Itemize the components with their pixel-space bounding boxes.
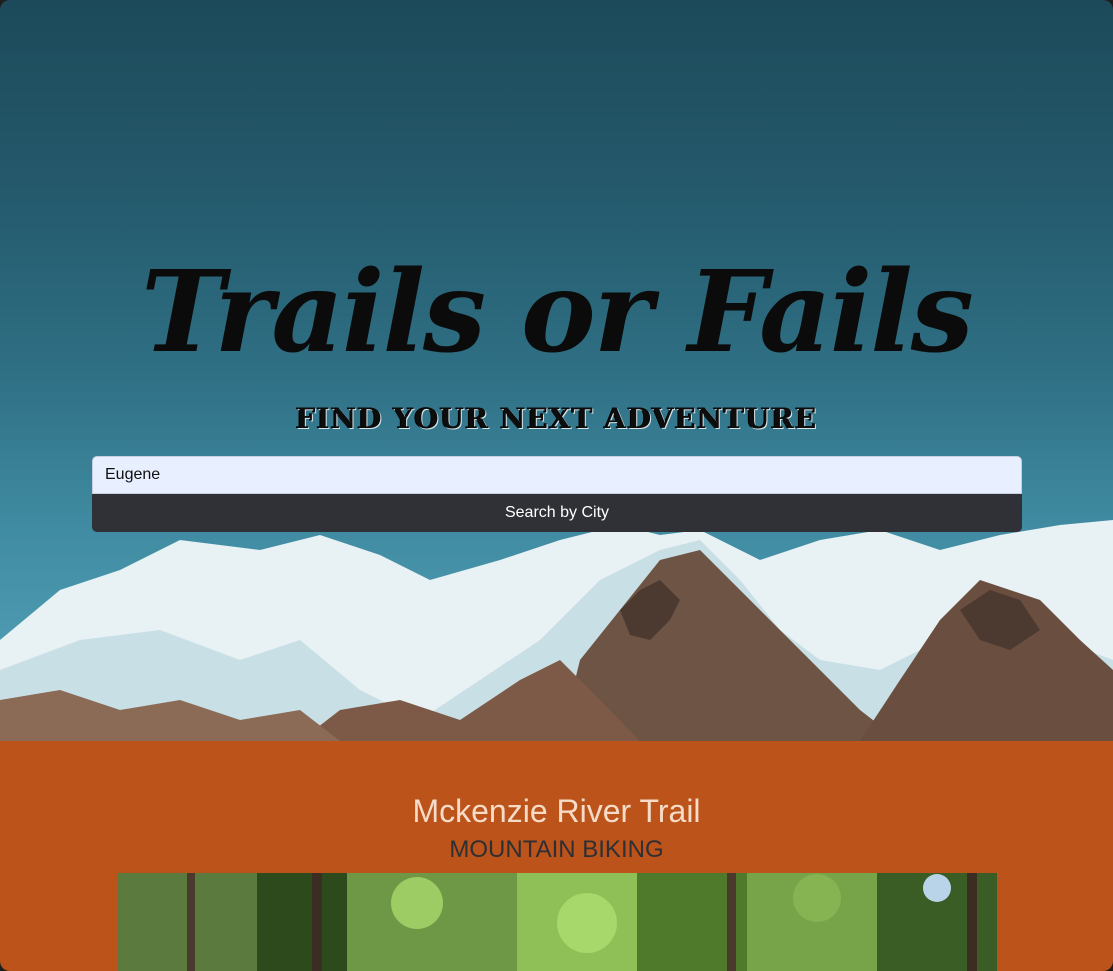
hero-section: Trails or Fails FIND YOUR NEXT ADVENTURE… (0, 0, 1113, 741)
city-search-input[interactable] (92, 456, 1022, 494)
site-tagline: FIND YOUR NEXT ADVENTURE (295, 402, 818, 435)
trail-name: Mckenzie River Trail (412, 793, 701, 829)
trail-results-section: Mckenzie River Trail MOUNTAIN BIKING (0, 741, 1113, 971)
site-title: Trails or Fails (141, 247, 974, 378)
trail-photo (117, 873, 997, 971)
page: Trails or Fails FIND YOUR NEXT ADVENTURE… (0, 0, 1113, 971)
mountain-background-image (0, 520, 1113, 741)
search-by-city-button[interactable]: Search by City (92, 494, 1022, 532)
trail-activity-type: MOUNTAIN BIKING (449, 836, 664, 863)
